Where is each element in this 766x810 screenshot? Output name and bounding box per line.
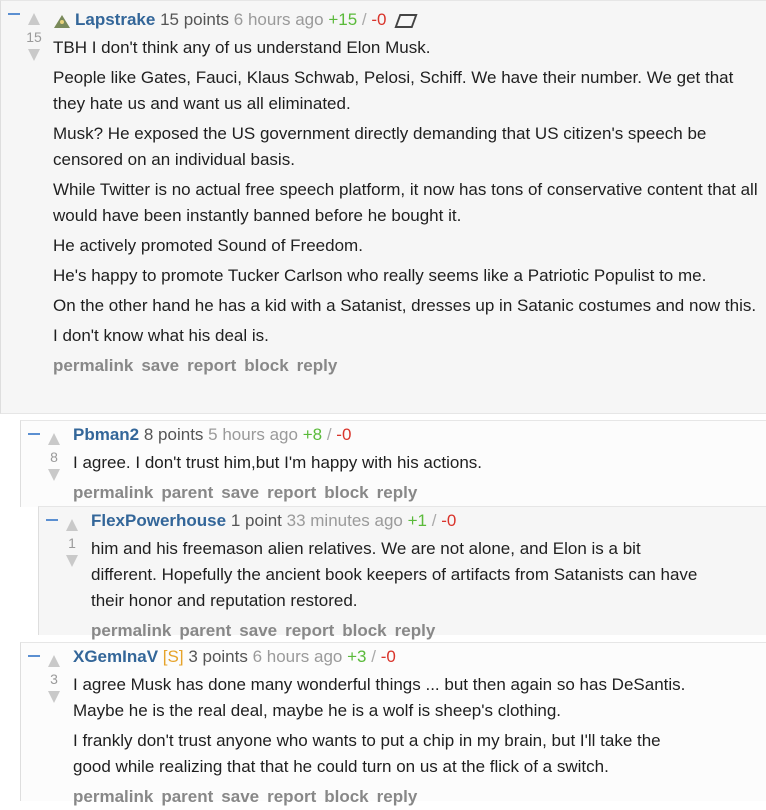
paragraph: He's happy to promote Tucker Carlson who… [53, 266, 707, 285]
paragraph: TBH I don't think any of us understand E… [53, 38, 431, 57]
paragraph: While Twitter is no actual free speech p… [53, 180, 758, 225]
action-buttons: permalink parent save report block reply [73, 784, 766, 810]
timestamp: 5 hours ago [208, 425, 298, 444]
upvote-arrow-icon[interactable] [28, 13, 40, 25]
report-link[interactable]: report [267, 480, 316, 506]
vote-separator: / [361, 10, 367, 29]
upvote-arrow-icon[interactable] [48, 433, 60, 445]
comment-body: I agree Musk has done many wonderful thi… [73, 672, 693, 780]
score: 15 [26, 29, 42, 45]
collapse-toggle[interactable] [28, 433, 40, 435]
downvote-count: -0 [380, 647, 396, 666]
report-link[interactable]: report [285, 618, 334, 644]
vote-column: 3 [46, 655, 62, 703]
vote-separator: / [326, 425, 332, 444]
points: 15 points [160, 10, 230, 29]
parent-link[interactable]: parent [161, 784, 213, 810]
comment-xgeminav: 3 XGemInaV [S] 3 points 6 hours ago +3 /… [20, 642, 766, 806]
vote-separator: / [431, 511, 437, 530]
comment-flexpowerhouse: 1 FlexPowerhouse 1 point 33 minutes ago … [38, 506, 766, 640]
vote-column: 15 [26, 13, 42, 61]
downvote-arrow-icon[interactable] [66, 555, 78, 567]
parent-link[interactable]: parent [161, 480, 213, 506]
comment-body: I agree. I don't trust him,but I'm happy… [73, 450, 766, 476]
author-link[interactable]: Pbman2 [73, 425, 139, 444]
downvote-count: -0 [336, 425, 352, 444]
paragraph: I frankly don't trust anyone who wants t… [73, 731, 661, 776]
tagline: Lapstrake 15 points 6 hours ago +15 / -0 [53, 9, 766, 31]
vote-separator: / [371, 647, 376, 666]
block-link[interactable]: block [324, 480, 368, 506]
downvote-count: -0 [441, 511, 457, 530]
author-link[interactable]: XGemInaV [73, 647, 158, 666]
paragraph: him and his freemason alien relatives. W… [91, 539, 698, 610]
action-buttons: permalink parent save report block reply [73, 480, 766, 506]
collapse-toggle[interactable] [46, 519, 58, 521]
tagline: XGemInaV [S] 3 points 6 hours ago +3 / -… [73, 646, 766, 668]
vote-column: 8 [46, 433, 62, 481]
score: 8 [50, 449, 58, 465]
report-link[interactable]: report [267, 784, 316, 810]
submitter-badge: [S] [162, 647, 184, 666]
downvote-arrow-icon[interactable] [48, 469, 60, 481]
paragraph: On the other hand he has a kid with a Sa… [53, 296, 757, 315]
block-link[interactable]: block [244, 353, 288, 379]
paragraph: I agree. I don't trust him,but I'm happy… [73, 453, 483, 472]
timestamp: 6 hours ago [233, 10, 324, 29]
timestamp: 6 hours ago [252, 647, 343, 666]
points: 8 points [143, 425, 204, 444]
paragraph: Musk? He exposed the US government direc… [53, 124, 707, 169]
parent-link[interactable]: parent [179, 618, 231, 644]
reply-link[interactable]: reply [297, 353, 338, 379]
action-buttons: permalink save report block reply [53, 353, 766, 379]
permalink-link[interactable]: permalink [73, 480, 153, 506]
block-link[interactable]: block [324, 784, 368, 810]
comment-body: TBH I don't think any of us understand E… [53, 35, 766, 349]
score: 1 [68, 535, 76, 551]
downvote-arrow-icon[interactable] [48, 691, 60, 703]
upvote-count: +15 [328, 10, 358, 29]
score: 3 [50, 671, 58, 687]
paragraph: I agree Musk has done many wonderful thi… [73, 675, 686, 720]
permalink-link[interactable]: permalink [73, 784, 153, 810]
timestamp: 33 minutes ago [286, 511, 403, 530]
downvote-arrow-icon[interactable] [28, 49, 40, 61]
paragraph: I don't know what his deal is. [53, 326, 269, 345]
save-link[interactable]: save [239, 618, 277, 644]
report-link[interactable]: report [187, 353, 236, 379]
paragraph: He actively promoted Sound of Freedom. [53, 236, 363, 255]
upvote-count: +8 [302, 425, 323, 444]
comment-lapstrake: 15 Lapstrake 15 points 6 hours ago +15 /… [0, 0, 766, 414]
points: 1 point [230, 511, 282, 530]
reply-link[interactable]: reply [395, 618, 436, 644]
reply-link[interactable]: reply [377, 784, 418, 810]
author-link[interactable]: FlexPowerhouse [91, 511, 226, 530]
block-link[interactable]: block [342, 618, 386, 644]
author-link[interactable]: Lapstrake [75, 10, 155, 29]
comment-body: him and his freemason alien relatives. W… [91, 536, 701, 614]
points: 3 points [188, 647, 248, 666]
reply-link[interactable]: reply [377, 480, 418, 506]
upvote-count: +3 [347, 647, 367, 666]
upvote-arrow-icon[interactable] [66, 519, 78, 531]
user-flair-icon [54, 14, 70, 28]
downvote-count: -0 [371, 10, 387, 29]
tagline: FlexPowerhouse 1 point 33 minutes ago +1… [91, 510, 766, 532]
save-link[interactable]: save [221, 784, 259, 810]
eraser-icon[interactable] [394, 13, 418, 28]
save-link[interactable]: save [141, 353, 179, 379]
save-link[interactable]: save [221, 480, 259, 506]
permalink-link[interactable]: permalink [91, 618, 171, 644]
paragraph: People like Gates, Fauci, Klaus Schwab, … [53, 68, 734, 113]
collapse-toggle[interactable] [28, 655, 40, 657]
upvote-arrow-icon[interactable] [48, 655, 60, 667]
vote-column: 1 [64, 519, 80, 567]
upvote-count: +1 [407, 511, 427, 530]
permalink-link[interactable]: permalink [53, 353, 133, 379]
tagline: Pbman2 8 points 5 hours ago +8 / -0 [73, 424, 766, 446]
action-buttons: permalink parent save report block reply [91, 618, 766, 644]
comment-pbman2: 8 Pbman2 8 points 5 hours ago +8 / -0 I … [20, 420, 766, 507]
collapse-toggle[interactable] [8, 13, 20, 15]
